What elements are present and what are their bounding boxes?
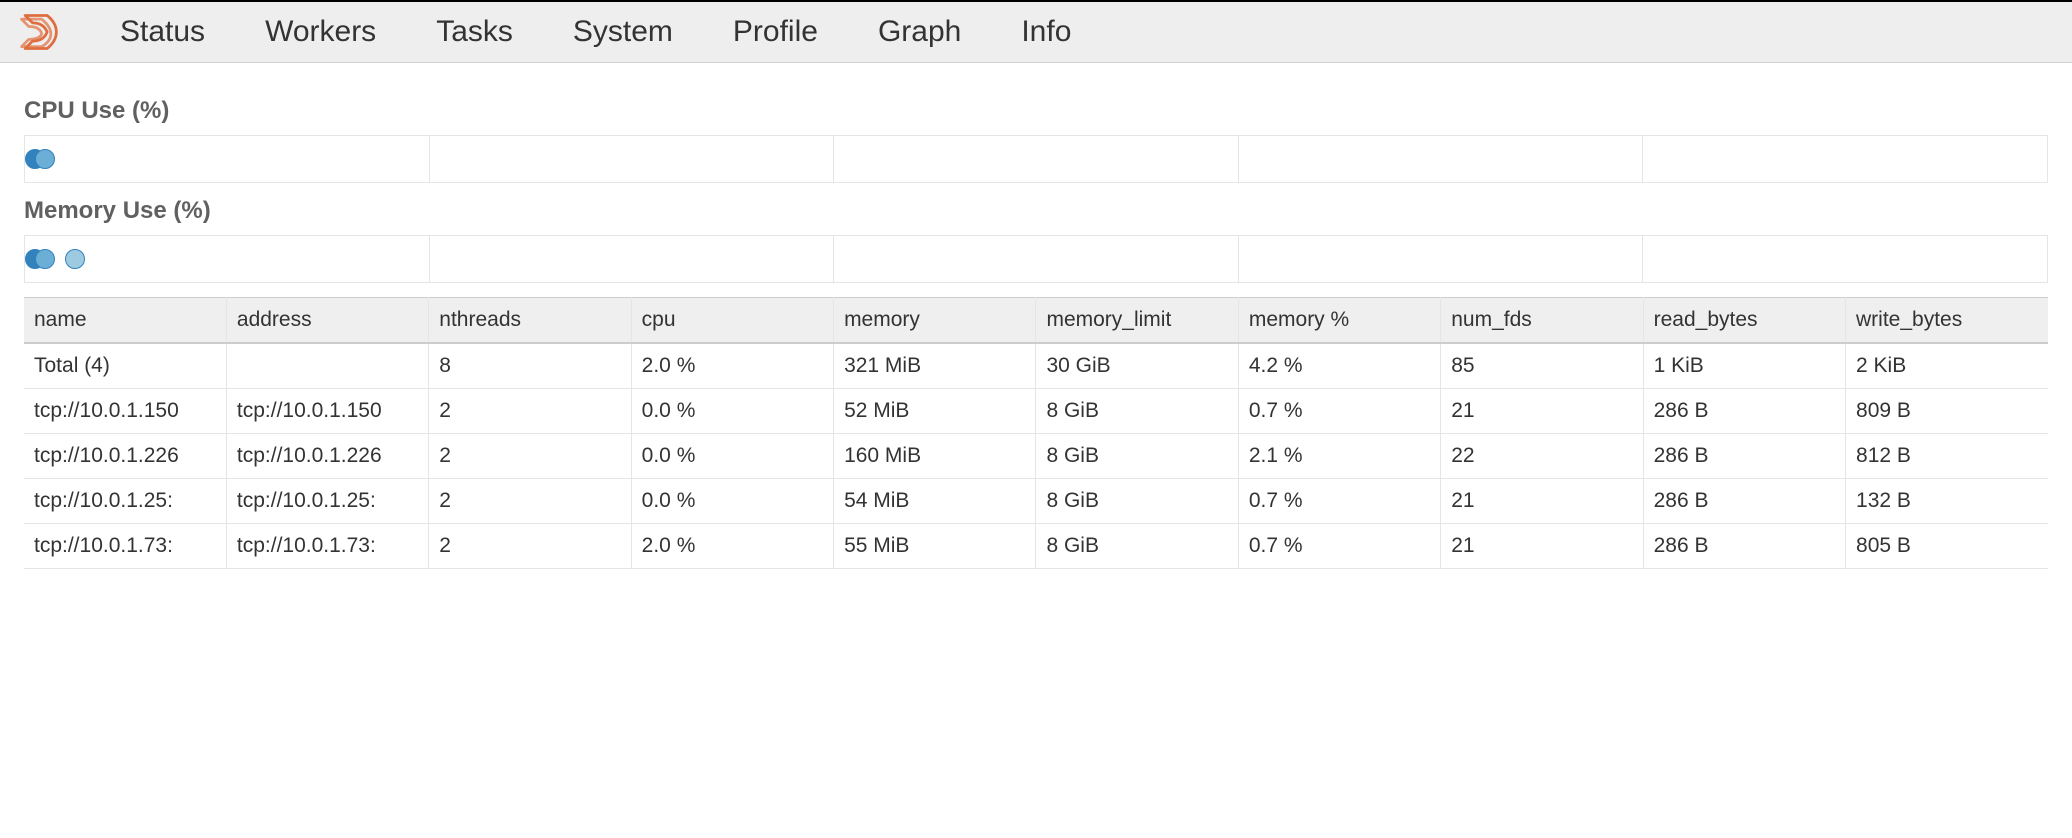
table-cell: 2.0 %: [631, 524, 833, 569]
table-cell: 2 KiB: [1846, 343, 2048, 389]
table-row[interactable]: tcp://10.0.1.25:tcp://10.0.1.25:20.0 %54…: [24, 479, 2048, 524]
table-row[interactable]: tcp://10.0.1.150tcp://10.0.1.15020.0 %52…: [24, 389, 2048, 434]
table-cell: tcp://10.0.1.150: [226, 389, 428, 434]
col-num-fds[interactable]: num_fds: [1441, 298, 1643, 344]
col-cpu[interactable]: cpu: [631, 298, 833, 344]
table-cell: 2.1 %: [1238, 434, 1440, 479]
col-memory[interactable]: memory: [834, 298, 1036, 344]
table-cell: 8 GiB: [1036, 434, 1238, 479]
table-cell: 809 B: [1846, 389, 2048, 434]
table-cell: 1 KiB: [1643, 343, 1845, 389]
table-cell: tcp://10.0.1.226: [24, 434, 226, 479]
table-cell: 4.2 %: [1238, 343, 1440, 389]
nav-graph[interactable]: Graph: [878, 15, 961, 49]
col-memory-limit[interactable]: memory_limit: [1036, 298, 1238, 344]
nav-workers[interactable]: Workers: [265, 15, 376, 49]
cpu-dots: [25, 149, 55, 169]
table-cell: 21: [1441, 389, 1643, 434]
nav-tasks[interactable]: Tasks: [436, 15, 513, 49]
dask-logo-icon: [16, 10, 60, 54]
table-cell: tcp://10.0.1.73:: [24, 524, 226, 569]
dot-icon: [65, 249, 85, 269]
col-memory-pct[interactable]: memory %: [1238, 298, 1440, 344]
table-cell: tcp://10.0.1.25:: [226, 479, 428, 524]
table-cell: 0.0 %: [631, 434, 833, 479]
table-cell: 160 MiB: [834, 434, 1036, 479]
table-cell: 52 MiB: [834, 389, 1036, 434]
memory-dots: [25, 249, 85, 269]
dot-icon: [35, 249, 55, 269]
nav-status[interactable]: Status: [120, 15, 205, 49]
table-cell: 2: [429, 479, 631, 524]
table-cell: 2: [429, 524, 631, 569]
table-cell: 2: [429, 389, 631, 434]
table-cell: 21: [1441, 479, 1643, 524]
table-cell: 805 B: [1846, 524, 2048, 569]
table-cell: 286 B: [1643, 524, 1845, 569]
nav-system[interactable]: System: [573, 15, 673, 49]
workers-table: name address nthreads cpu memory memory_…: [24, 297, 2048, 569]
cpu-use-chart[interactable]: [24, 135, 2048, 183]
dot-icon: [35, 149, 55, 169]
table-cell: tcp://10.0.1.150: [24, 389, 226, 434]
table-cell: 286 B: [1643, 434, 1845, 479]
col-nthreads[interactable]: nthreads: [429, 298, 631, 344]
table-cell: 286 B: [1643, 389, 1845, 434]
nav-info[interactable]: Info: [1021, 15, 1071, 49]
topbar: Status Workers Tasks System Profile Grap…: [0, 0, 2072, 63]
table-cell: 22: [1441, 434, 1643, 479]
table-cell: tcp://10.0.1.226: [226, 434, 428, 479]
table-cell: 0.7 %: [1238, 524, 1440, 569]
nav-profile[interactable]: Profile: [733, 15, 818, 49]
table-cell: 2.0 %: [631, 343, 833, 389]
table-cell: 321 MiB: [834, 343, 1036, 389]
table-cell: 8 GiB: [1036, 479, 1238, 524]
nav-links: Status Workers Tasks System Profile Grap…: [120, 15, 1071, 49]
table-cell: 812 B: [1846, 434, 2048, 479]
table-cell: 286 B: [1643, 479, 1845, 524]
table-cell: 0.0 %: [631, 389, 833, 434]
col-name[interactable]: name: [24, 298, 226, 344]
table-cell: 55 MiB: [834, 524, 1036, 569]
cpu-use-title: CPU Use (%): [24, 97, 2048, 125]
table-header-row: name address nthreads cpu memory memory_…: [24, 298, 2048, 344]
table-row[interactable]: tcp://10.0.1.73:tcp://10.0.1.73:22.0 %55…: [24, 524, 2048, 569]
memory-use-chart[interactable]: [24, 235, 2048, 283]
table-cell: 0.7 %: [1238, 479, 1440, 524]
col-read-bytes[interactable]: read_bytes: [1643, 298, 1845, 344]
table-cell: 132 B: [1846, 479, 2048, 524]
table-cell: 8 GiB: [1036, 524, 1238, 569]
col-address[interactable]: address: [226, 298, 428, 344]
table-cell: tcp://10.0.1.25:: [24, 479, 226, 524]
col-write-bytes[interactable]: write_bytes: [1846, 298, 2048, 344]
table-cell: 0.0 %: [631, 479, 833, 524]
table-cell: Total (4): [24, 343, 226, 389]
table-cell: 30 GiB: [1036, 343, 1238, 389]
table-cell: 85: [1441, 343, 1643, 389]
table-cell: tcp://10.0.1.73:: [226, 524, 428, 569]
table-cell: 2: [429, 434, 631, 479]
table-row[interactable]: Total (4) 82.0 %321 MiB30 GiB4.2 %851 KiB…: [24, 343, 2048, 389]
table-cell: [226, 343, 428, 389]
content: CPU Use (%) Memory Use (%) n: [0, 63, 2072, 569]
memory-use-title: Memory Use (%): [24, 197, 2048, 225]
table-row[interactable]: tcp://10.0.1.226tcp://10.0.1.22620.0 %16…: [24, 434, 2048, 479]
table-cell: 8: [429, 343, 631, 389]
table-cell: 54 MiB: [834, 479, 1036, 524]
table-cell: 8 GiB: [1036, 389, 1238, 434]
table-cell: 21: [1441, 524, 1643, 569]
table-cell: 0.7 %: [1238, 389, 1440, 434]
